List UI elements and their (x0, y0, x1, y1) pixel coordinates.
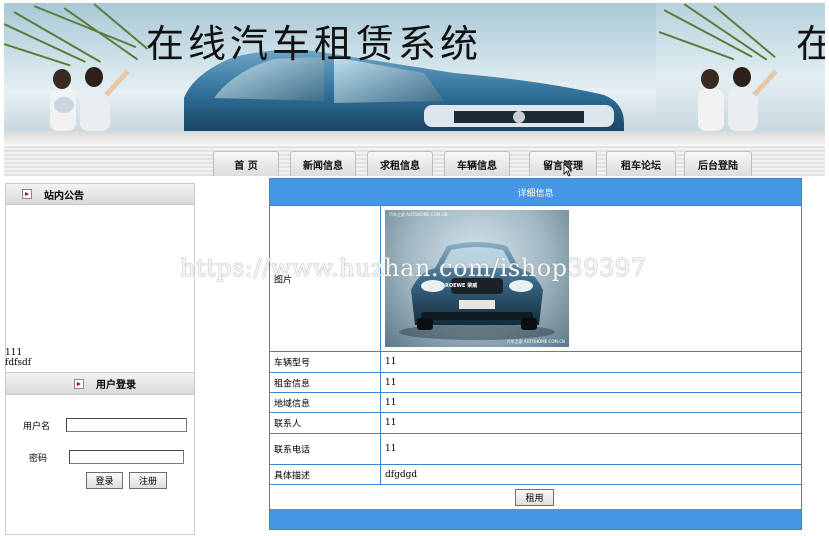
detail-header: 详细信息 (270, 179, 801, 205)
mouse-cursor-icon (563, 163, 573, 177)
notice-panel-header: 站内公告 (5, 183, 195, 205)
table-row: 联系人 11 (270, 412, 801, 433)
nav-forum[interactable]: 租车论坛 (606, 151, 676, 176)
detail-footer (270, 509, 801, 529)
table-row: 租用 (270, 484, 801, 510)
table-row: 地域信息 11 (270, 392, 801, 412)
arrow-marker-icon (22, 189, 32, 199)
row-key: 车辆型号 (274, 358, 311, 369)
site-title: 在线汽车租赁系统 (146, 22, 483, 66)
username-input[interactable] (66, 418, 187, 432)
nav-admin-login[interactable]: 后台登陆 (684, 151, 752, 176)
row-key: 联系人 (274, 419, 302, 430)
rent-button[interactable]: 租用 (515, 489, 554, 506)
detail-table: 详细信息 图片 汽车之家 AUTOHOME.COM.CN ROEWE 荣威 汽车… (269, 178, 802, 530)
nav-vehicles[interactable]: 车辆信息 (444, 151, 510, 176)
header-banner: 在线汽车租赁系统 在 (4, 3, 825, 131)
register-button[interactable]: 注册 (129, 472, 167, 489)
photo-caption-bottom: 汽车之家 AUTOHOME.COM.CN (506, 339, 565, 344)
login-panel-body (5, 395, 195, 535)
table-row: 车辆型号 11 (270, 351, 801, 372)
banner-divider (4, 131, 825, 145)
password-input[interactable] (69, 450, 184, 464)
row-value: 11 (385, 444, 397, 454)
photo-plate-text: ROEWE 荣威 (445, 283, 478, 289)
row-value: 11 (385, 377, 397, 388)
row-key: 地域信息 (274, 399, 311, 409)
table-row: 联系电话 11 (270, 433, 801, 464)
table-row: 图片 汽车之家 AUTOHOME.COM.CN ROEWE 荣威 汽车之家 AU… (270, 205, 801, 351)
nav-news[interactable]: 新闻信息 (290, 151, 356, 176)
row-key: 联系电话 (274, 445, 311, 456)
arrow-marker-icon (74, 378, 84, 389)
notice-title: 站内公告 (44, 190, 84, 202)
row-value: dfgdgd (385, 469, 418, 480)
login-panel-header: 用户登录 (5, 372, 195, 395)
row-key: 租金信息 (274, 379, 311, 389)
row-value: 11 (385, 397, 397, 408)
people-illustration-repeat (698, 67, 778, 131)
site-title-repeat: 在 (796, 22, 825, 66)
nav-home[interactable]: 首 页 (213, 151, 279, 176)
login-title: 用户登录 (96, 380, 136, 391)
notice-line: 111 (5, 348, 23, 358)
table-row: 具体描述 dfgdgd (270, 464, 801, 484)
table-row: 租金信息 11 (270, 372, 801, 392)
photo-label: 图片 (274, 275, 293, 285)
login-button[interactable]: 登录 (86, 472, 123, 489)
nav-rent-request[interactable]: 求租信息 (367, 151, 433, 176)
photo-caption-top: 汽车之家 AUTOHOME.COM.CN (389, 212, 448, 217)
password-label: 密码 (29, 454, 48, 464)
row-value: 11 (385, 357, 397, 367)
notice-panel-body (5, 205, 195, 372)
car-photo: 汽车之家 AUTOHOME.COM.CN ROEWE 荣威 汽车之家 AUTOH… (385, 210, 569, 347)
row-value: 11 (385, 418, 397, 428)
notice-line: fdfsdf (5, 358, 32, 368)
username-label: 用户名 (23, 422, 51, 432)
row-key: 具体描述 (274, 471, 311, 481)
detail-title: 详细信息 (517, 188, 554, 199)
